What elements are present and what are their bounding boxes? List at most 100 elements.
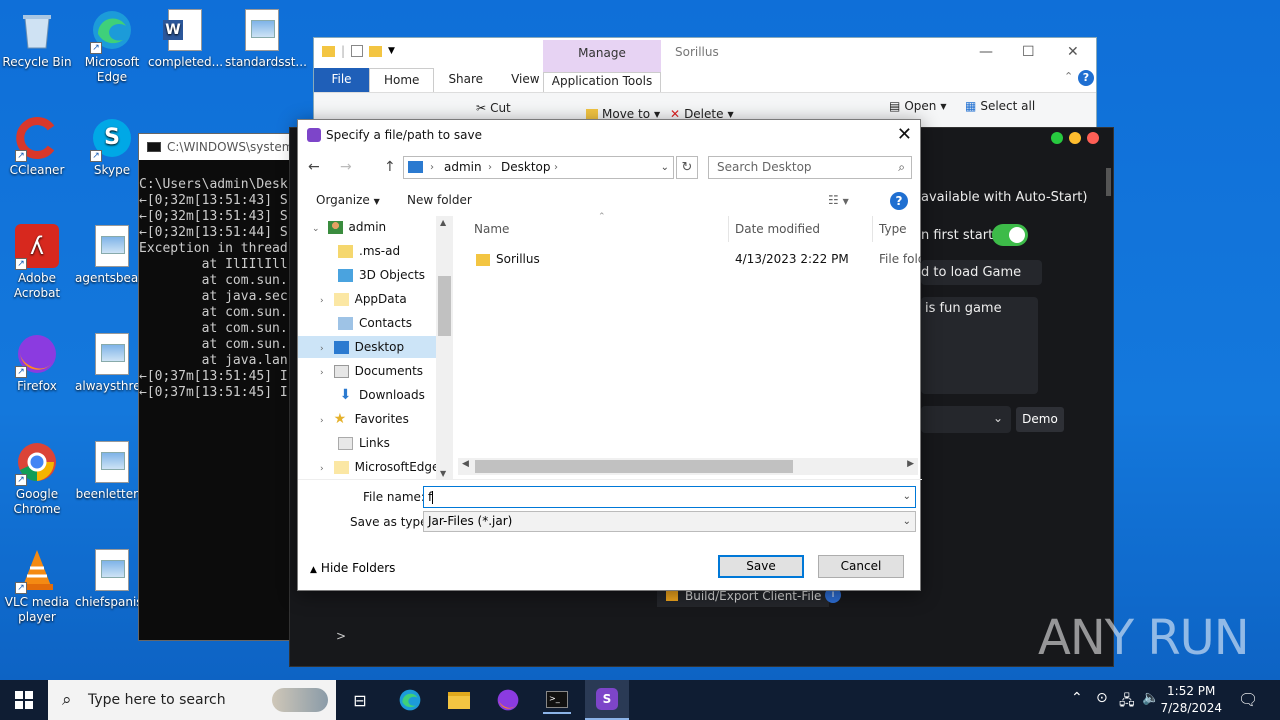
refresh-icon[interactable]: ↻ [676,156,698,179]
scrollbar[interactable] [1106,168,1111,196]
address-bar[interactable]: › admin › Desktop › ⌄ [403,156,674,179]
search-input[interactable]: Search Desktop ⌕ [708,156,912,179]
new-folder-button[interactable]: New folder [407,193,472,207]
customize-toolbar-icon[interactable]: ▼ [388,46,395,56]
anyrun-watermark: ANY RUN [1038,610,1250,666]
download-icon: ⬇ [339,387,352,403]
tree-item-links[interactable]: Links [338,432,390,454]
windows-start-icon[interactable] [10,686,38,714]
manage-tab[interactable]: Manage [543,46,661,60]
firefox-taskbar-icon[interactable] [494,686,522,714]
organize-button[interactable]: Organize ▼ [316,193,380,207]
open-button[interactable]: ▤ Open ▼ [889,99,947,113]
horizontal-scrollbar[interactable]: ◀ ▶ [458,458,918,475]
back-arrow-icon[interactable]: ← [308,159,320,175]
tree-item-admin[interactable]: ⌄ admin [312,216,386,238]
links-icon [338,437,353,450]
file-explorer-taskbar-icon[interactable] [445,686,473,714]
tree-item-appdata[interactable]: › AppData [320,288,407,310]
game-select[interactable]: ⌄ [921,406,1011,433]
edge-taskbar-icon[interactable] [396,686,424,714]
close-button[interactable]: ✕ [897,124,912,145]
cancel-button[interactable]: Cancel [818,555,904,578]
tree-item-favorites[interactable]: › ★ Favorites [320,408,409,430]
cut-button[interactable]: ✂ Cut [476,101,511,115]
breadcrumb-admin[interactable]: admin [444,157,482,178]
task-view-icon[interactable]: ⊟ [346,686,374,714]
folder-icon [586,109,598,119]
select-all-icon: ▦ [965,99,977,113]
ccleaner-icon[interactable]: ↗ CCleaner [0,116,74,178]
clock[interactable]: 1:52 PM 7/28/2024 [1160,683,1222,717]
folder-icon [322,45,335,57]
notification-icon[interactable]: 🗨 [1238,690,1258,709]
dialog-title: Specify a file/path to save [326,128,483,142]
security-icon[interactable]: ⊙ [1096,690,1108,706]
first-start-toggle[interactable] [992,224,1028,246]
ribbon-tabs: File Home Share View [314,68,1096,92]
sorillus-taskbar-icon[interactable]: S [585,680,629,720]
help-icon[interactable]: ? [890,192,908,210]
forward-arrow-icon[interactable]: → [340,159,352,175]
chevron-down-icon[interactable]: ⌄ [661,157,669,178]
user-icon [327,221,343,234]
volume-icon[interactable]: 🔈 [1142,690,1159,706]
chrome-icon[interactable]: ↗ Google Chrome [0,440,74,517]
maximize-dot-button[interactable] [1051,132,1063,144]
tab-application-tools[interactable]: Application Tools [543,72,661,92]
minimize-dot-button[interactable] [1069,132,1081,144]
save-as-type-select[interactable]: Jar-Files (*.jar) ⌄ [423,511,916,532]
properties-icon[interactable] [351,45,364,57]
tab-file[interactable]: File [314,68,369,92]
edge-icon[interactable]: ↗ Microsoft Edge [75,8,149,85]
image-file-icon[interactable]: standardsst... [225,8,307,70]
tree-item-microsoftedge[interactable]: › MicrosoftEdge [320,456,439,478]
view-options-icon[interactable]: ☷ ▼ [828,193,849,207]
tree-item-desktop[interactable]: › Desktop [298,336,436,358]
cmd-taskbar-icon[interactable]: >_ [543,686,571,714]
folder-icon [338,245,353,258]
chevron-down-icon[interactable]: ⌄ [903,487,911,507]
tab-home[interactable]: Home [369,68,435,92]
word-document-icon[interactable]: W completed... [148,8,223,70]
tab-share[interactable]: Share [434,68,497,92]
recycle-bin-icon[interactable]: Recycle Bin [0,8,74,70]
column-type[interactable]: Type [879,222,907,236]
tree-scrollbar[interactable]: ▲ ▼ [436,216,453,480]
tree-item-documents[interactable]: › Documents [320,360,423,382]
tree-item-downloads[interactable]: ⬇ Downloads [338,384,425,406]
chevron-down-icon: ⌄ [992,411,1003,425]
tree-item-contacts[interactable]: Contacts [338,312,412,334]
demo-button[interactable]: Demo [1016,407,1064,432]
network-icon[interactable]: 🖧 [1119,690,1135,714]
help-icon[interactable]: ? [1078,70,1094,86]
maximize-button[interactable]: ☐ [1022,44,1035,60]
load-game-label: d to load Game [921,265,1022,280]
minimize-button[interactable]: — [979,44,993,60]
column-name[interactable]: Name [474,222,509,236]
file-name-input[interactable]: f ⌄ [423,486,916,508]
taskbar-search-input[interactable]: ⌕ Type here to search [48,680,336,720]
file-row-sorillus[interactable]: Sorillus [476,248,540,270]
firefox-icon[interactable]: ↗ Firefox [0,332,74,394]
close-dot-button[interactable] [1087,132,1099,144]
save-button[interactable]: Save [718,555,804,578]
chevron-up-icon[interactable]: ⌃ [1071,690,1083,706]
select-all-button[interactable]: ▦ Select all [965,99,1035,113]
vlc-icon[interactable]: ↗ VLC media player [0,548,74,625]
new-folder-icon[interactable] [369,45,383,57]
collapse-ribbon-icon[interactable]: ⌃ [1064,70,1073,83]
tree-item-ms-ad[interactable]: .ms-ad [338,240,400,262]
column-date-modified[interactable]: Date modified [735,222,820,236]
tree-item-3d-objects[interactable]: 3D Objects [338,264,425,286]
cmd-title: C:\WINDOWS\system32 [167,140,297,154]
adobe-acrobat-icon[interactable]: ʎ ↗ Adobe Acrobat [0,224,74,301]
breadcrumb-desktop[interactable]: Desktop [501,157,551,178]
file-row-type: File fold [879,252,921,266]
up-arrow-icon[interactable]: ↑ [384,159,396,175]
hide-folders-button[interactable]: ▲ Hide Folders [310,561,395,575]
file-name-label: File name: [363,490,425,504]
command-prompt-window: C:\WINDOWS\system32 C:\Users\admin\Desk … [138,133,298,641]
documents-icon [333,365,349,378]
close-button[interactable]: ✕ [1067,44,1079,60]
